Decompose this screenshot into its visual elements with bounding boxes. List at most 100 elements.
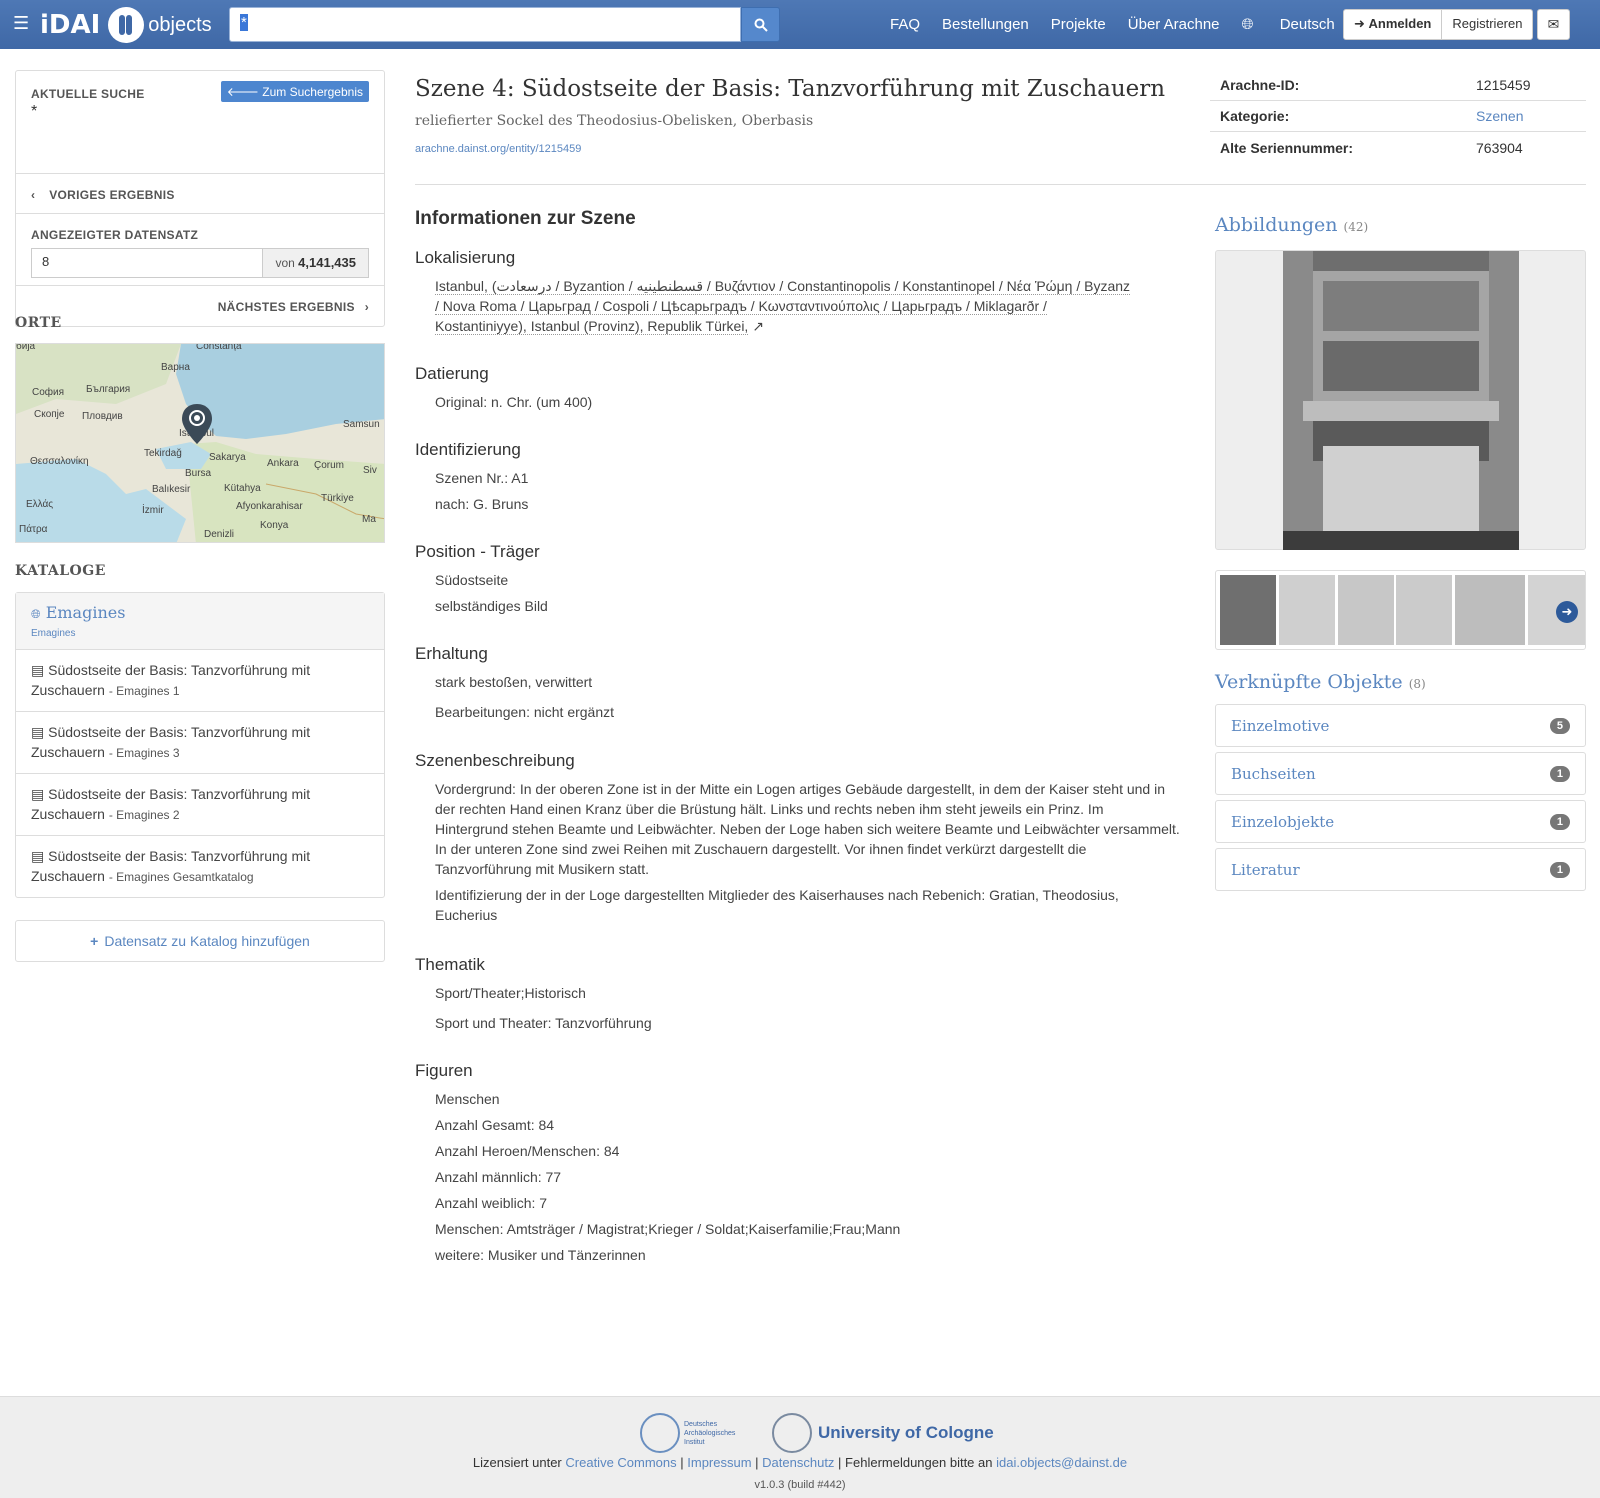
nav-ueber-arachne[interactable]: Über Arachne [1128,16,1220,33]
linked-buchseiten[interactable]: Buchseiten 1 [1215,752,1586,795]
section-erhaltung: Erhaltung stark bestoßen, verwittert Bea… [415,644,1180,728]
map-label: Tekirdağ [144,448,182,459]
previous-result-link[interactable]: ‹ VORIGES ERGEBNIS [16,174,384,214]
nav-faq[interactable]: FAQ [890,16,920,33]
register-button[interactable]: Registrieren [1441,10,1532,39]
map-marker-icon[interactable] [182,404,212,444]
current-search-value: * [31,103,38,120]
catalog-item-catalog: - Emagines 2 [108,808,180,822]
version-text: v1.0.3 (build #442) [754,1479,846,1491]
thumbnail[interactable] [1279,575,1335,645]
section-line: stark bestoßen, verwittert [435,674,593,690]
category-link[interactable]: Szenen [1476,108,1523,124]
map-label: Denizli [204,529,235,540]
map-label: Siv [363,465,377,476]
globe-icon: 🌐︎ [31,607,41,621]
brand-logo[interactable]: iDAI objects [40,7,212,43]
location-link[interactable]: / Nova Roma / Царьград / Cospoli / Цѣсар… [435,298,1047,315]
section-lokalisierung: Lokalisierung Istanbul, (درسعادت / Byzan… [415,248,1180,342]
search-icon [754,18,768,32]
places-map[interactable]: Constanța Варна България София Скопје Пл… [15,343,385,543]
relief-photo[interactable] [1283,251,1519,550]
catalog-group-title: Emagines [45,603,126,622]
section-thematik: Thematik Sport/Theater;Historisch Sport … [415,955,1180,1039]
add-to-catalog-label: Datensatz zu Katalog hinzufügen [104,933,310,949]
next-result-link[interactable]: NÄCHSTES ERGEBNIS › [16,286,384,326]
images-heading-label: Abbildungen [1215,214,1338,236]
thumbnail[interactable] [1455,575,1525,645]
map-label: бија [16,343,36,352]
login-button[interactable]: ➜ Anmelden [1344,10,1441,39]
previous-result-label: VORIGES ERGEBNIS [49,188,175,202]
add-to-catalog-button[interactable]: + Datensatz zu Katalog hinzufügen [15,920,385,962]
linked-objects-heading: Verknüpfte Objekte (8) [1215,671,1426,693]
catalog-item[interactable]: ▤ Südostseite der Basis: Tanzvorführung … [16,650,384,712]
map-label: Samsun [343,419,380,430]
mail-button[interactable]: ✉ [1537,9,1570,40]
linked-label: Literatur [1231,860,1300,879]
language-selector[interactable]: 🌐︎ Deutsch [1242,16,1357,33]
catalog-list: 🌐︎ Emagines Emagines ▤ Südostseite der B… [15,592,385,898]
uoc-logo-text[interactable]: University of Cologne [818,1423,994,1443]
section-datierung: Datierung Original: n. Chr. (um 400) [415,364,1180,418]
map-label: Afyonkarahisar [236,501,303,512]
location-link[interactable]: Kostantiniyye), Istanbul (Provinz), Repu… [435,318,749,335]
linked-label: Einzelmotive [1231,716,1330,735]
nav-bestellungen[interactable]: Bestellungen [942,16,1029,33]
location-link[interactable]: Istanbul, (درسعادت / Byzantion / قسطنطين… [435,278,1131,295]
catalog-item[interactable]: ▤ Südostseite der Basis: Tanzvorführung … [16,774,384,836]
section-title: Identifizierung [415,440,521,459]
catalog-group[interactable]: 🌐︎ Emagines Emagines [16,593,384,650]
nav-links: FAQ Bestellungen Projekte Über Arachne 🌐… [890,0,1379,49]
search-context-panel: AKTUELLE SUCHE * 🡐 Zum Suchergebnis ‹ VO… [15,70,385,327]
linked-literatur[interactable]: Literatur 1 [1215,848,1586,891]
main-image-box[interactable] [1215,250,1586,550]
section-line: Szenen Nr.: A1 [435,470,529,486]
search-input[interactable]: * [229,7,741,42]
arrow-left-icon: 🡐 [226,85,259,99]
map-label: Çorum [314,460,345,471]
section-line: Anzahl männlich: 77 [435,1169,562,1185]
images-count: (42) [1343,220,1369,234]
catalog-group-sub: Emagines [31,628,76,639]
linked-einzelobjekte[interactable]: Einzelobjekte 1 [1215,800,1586,843]
catalog-item[interactable]: ▤ Südostseite der Basis: Tanzvorführung … [16,712,384,774]
linked-einzelmotive[interactable]: Einzelmotive 5 [1215,704,1586,747]
record-label: ANGEZEIGTER DATENSATZ [31,228,199,242]
section-szenenbeschreibung: Szenenbeschreibung Vordergrund: In der o… [415,751,1180,931]
back-to-results-button[interactable]: 🡐 Zum Suchergebnis [220,81,369,102]
dai-logo-icon[interactable] [640,1413,680,1453]
language-label: Deutsch [1279,16,1335,33]
uoc-seal-icon[interactable] [772,1413,812,1453]
map-label: Скопје [34,409,65,420]
arrow-right-icon[interactable]: ➜ [1556,601,1578,623]
catalog-item[interactable]: ▤ Südostseite der Basis: Tanzvorführung … [16,836,384,897]
nav-projekte[interactable]: Projekte [1051,16,1106,33]
map-label: Πάτρα [19,524,48,535]
record-number-input[interactable]: 8 [31,248,264,278]
creative-commons-link[interactable]: Creative Commons [565,1455,676,1470]
section-line: Original: n. Chr. (um 400) [435,394,593,410]
email-link[interactable]: idai.objects@dainst.de [996,1455,1127,1470]
info-heading: Informationen zur Szene [415,208,636,229]
section-title: Figuren [415,1061,473,1080]
section-line: selbständiges Bild [435,598,548,614]
map-label: Sakarya [209,452,246,463]
thumbnail[interactable] [1338,575,1394,645]
external-link-icon[interactable]: ↗ [752,318,764,334]
count-badge: 1 [1549,765,1570,782]
impressum-link[interactable]: Impressum [687,1455,751,1470]
search-input-value: * [240,14,248,31]
record-of-label: von [275,256,295,270]
idai-objects-logo-icon [108,7,145,43]
linked-objects-count: (8) [1408,677,1426,691]
entity-permalink[interactable]: arachne.dainst.org/entity/1215459 [415,143,581,155]
meta-key: Arachne-ID: [1220,77,1300,93]
section-line: Bearbeitungen: nicht ergänzt [435,704,615,720]
menu-icon[interactable]: ☰ [13,14,31,32]
thumbnail[interactable] [1396,575,1452,645]
document-icon: ▤ [31,724,45,740]
thumbnail[interactable] [1220,575,1276,645]
datenschutz-link[interactable]: Datenschutz [762,1455,834,1470]
search-button[interactable] [741,7,780,42]
